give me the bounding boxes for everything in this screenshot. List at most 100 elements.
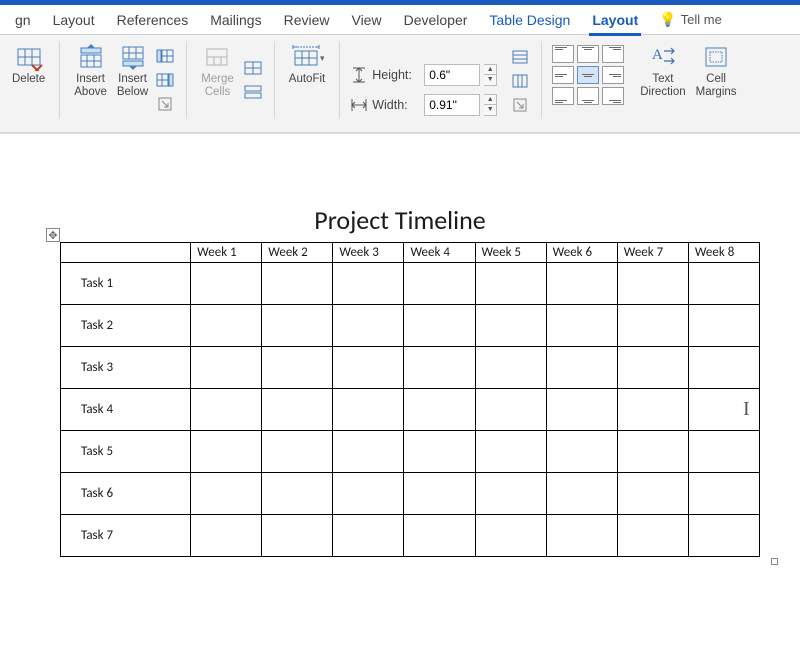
table-cell[interactable] bbox=[404, 347, 475, 389]
height-input[interactable] bbox=[424, 64, 480, 86]
table-cell[interactable] bbox=[191, 515, 262, 557]
distribute-cols-button[interactable] bbox=[509, 71, 531, 91]
table-cell[interactable] bbox=[475, 263, 546, 305]
tab-layout-page[interactable]: Layout bbox=[42, 5, 106, 35]
table-corner-cell[interactable] bbox=[61, 243, 191, 263]
tab-developer[interactable]: Developer bbox=[393, 5, 479, 35]
table-cell[interactable] bbox=[617, 305, 688, 347]
insert-above-button[interactable]: Insert Above bbox=[70, 41, 111, 101]
table-cell[interactable] bbox=[475, 305, 546, 347]
table-cell[interactable] bbox=[475, 473, 546, 515]
table-header-cell[interactable]: Week 8 bbox=[688, 243, 759, 263]
table-cell[interactable] bbox=[688, 263, 759, 305]
table-cell[interactable] bbox=[262, 515, 333, 557]
align-top-center[interactable] bbox=[577, 45, 599, 63]
table-cell[interactable] bbox=[333, 431, 404, 473]
tab-table-layout[interactable]: Layout bbox=[581, 5, 649, 35]
width-spinner[interactable]: ▲▼ bbox=[484, 94, 497, 116]
table-header-cell[interactable]: Week 7 bbox=[617, 243, 688, 263]
table-cell[interactable] bbox=[475, 431, 546, 473]
table-cell[interactable] bbox=[617, 263, 688, 305]
table-cell[interactable] bbox=[262, 305, 333, 347]
insert-left-button[interactable] bbox=[154, 46, 176, 66]
table-cell[interactable] bbox=[688, 473, 759, 515]
insert-launcher[interactable] bbox=[154, 94, 176, 114]
align-top-right[interactable] bbox=[602, 45, 624, 63]
table-cell[interactable] bbox=[262, 431, 333, 473]
table-cell[interactable] bbox=[404, 431, 475, 473]
task-label-cell[interactable]: Task 1 bbox=[61, 263, 191, 305]
table-cell[interactable] bbox=[262, 389, 333, 431]
table-header-cell[interactable]: Week 4 bbox=[404, 243, 475, 263]
cell-size-launcher[interactable] bbox=[509, 95, 531, 115]
table-cell[interactable] bbox=[546, 263, 617, 305]
table-cell[interactable] bbox=[333, 347, 404, 389]
table-cell[interactable] bbox=[333, 305, 404, 347]
insert-below-button[interactable]: Insert Below bbox=[113, 41, 152, 101]
tab-view[interactable]: View bbox=[340, 5, 392, 35]
table-cell[interactable] bbox=[546, 515, 617, 557]
page[interactable]: Project Timeline ✥ Week 1Week 2Week 3Wee… bbox=[20, 164, 780, 567]
table-cell[interactable] bbox=[191, 305, 262, 347]
text-direction-button[interactable]: A Text Direction bbox=[636, 41, 689, 101]
table-cell[interactable] bbox=[475, 347, 546, 389]
merge-cells-button[interactable]: Merge Cells bbox=[197, 41, 238, 101]
table-cell[interactable] bbox=[404, 263, 475, 305]
table-header-cell[interactable]: Week 3 bbox=[333, 243, 404, 263]
table-cell[interactable] bbox=[546, 431, 617, 473]
table-cell[interactable] bbox=[333, 473, 404, 515]
table-cell[interactable] bbox=[688, 431, 759, 473]
table-cell[interactable] bbox=[404, 515, 475, 557]
align-bottom-center[interactable] bbox=[577, 87, 599, 105]
table-header-cell[interactable]: Week 1 bbox=[191, 243, 262, 263]
table-cell[interactable] bbox=[262, 473, 333, 515]
task-label-cell[interactable]: Task 3 bbox=[61, 347, 191, 389]
table-cell[interactable] bbox=[333, 263, 404, 305]
height-spinner[interactable]: ▲▼ bbox=[484, 64, 497, 86]
split-table-button[interactable] bbox=[242, 82, 264, 102]
table-cell[interactable] bbox=[262, 347, 333, 389]
tell-me[interactable]: 💡 Tell me bbox=[649, 11, 732, 28]
align-center-left[interactable] bbox=[552, 66, 574, 84]
table-cell[interactable] bbox=[617, 515, 688, 557]
align-top-left[interactable] bbox=[552, 45, 574, 63]
document-area[interactable]: Project Timeline ✥ Week 1Week 2Week 3Wee… bbox=[0, 133, 800, 660]
table-cell[interactable] bbox=[191, 389, 262, 431]
table-cell[interactable] bbox=[617, 473, 688, 515]
table-cell[interactable] bbox=[333, 389, 404, 431]
table-resize-handle[interactable] bbox=[771, 558, 778, 565]
doc-title[interactable]: Project Timeline bbox=[30, 204, 770, 236]
table-cell[interactable] bbox=[546, 347, 617, 389]
align-center-center[interactable] bbox=[577, 66, 599, 84]
tab-design-trunc[interactable]: gn bbox=[4, 5, 42, 35]
table-cell[interactable] bbox=[404, 389, 475, 431]
project-timeline-table[interactable]: Week 1Week 2Week 3Week 4Week 5Week 6Week… bbox=[60, 242, 760, 557]
tab-review[interactable]: Review bbox=[273, 5, 341, 35]
table-cell[interactable] bbox=[191, 431, 262, 473]
autofit-button[interactable]: ▾ AutoFit bbox=[285, 41, 329, 88]
table-cell[interactable] bbox=[688, 515, 759, 557]
table-header-cell[interactable]: Week 2 bbox=[262, 243, 333, 263]
table-cell[interactable] bbox=[191, 263, 262, 305]
tab-mailings[interactable]: Mailings bbox=[199, 5, 272, 35]
table-cell[interactable] bbox=[404, 473, 475, 515]
delete-button[interactable]: Delete bbox=[8, 41, 49, 88]
task-label-cell[interactable]: Task 5 bbox=[61, 431, 191, 473]
align-bottom-left[interactable] bbox=[552, 87, 574, 105]
tab-references[interactable]: References bbox=[106, 5, 200, 35]
table-cell[interactable] bbox=[191, 473, 262, 515]
table-cell[interactable] bbox=[688, 305, 759, 347]
table-cell[interactable] bbox=[191, 347, 262, 389]
task-label-cell[interactable]: Task 4 bbox=[61, 389, 191, 431]
insert-right-button[interactable] bbox=[154, 70, 176, 90]
table-cell[interactable] bbox=[688, 347, 759, 389]
table-cell[interactable] bbox=[617, 347, 688, 389]
table-header-cell[interactable]: Week 6 bbox=[546, 243, 617, 263]
table-cell[interactable] bbox=[546, 305, 617, 347]
task-label-cell[interactable]: Task 6 bbox=[61, 473, 191, 515]
table-cell[interactable] bbox=[475, 389, 546, 431]
task-label-cell[interactable]: Task 2 bbox=[61, 305, 191, 347]
table-header-cell[interactable]: Week 5 bbox=[475, 243, 546, 263]
align-bottom-right[interactable] bbox=[602, 87, 624, 105]
tab-table-design[interactable]: Table Design bbox=[478, 5, 581, 35]
